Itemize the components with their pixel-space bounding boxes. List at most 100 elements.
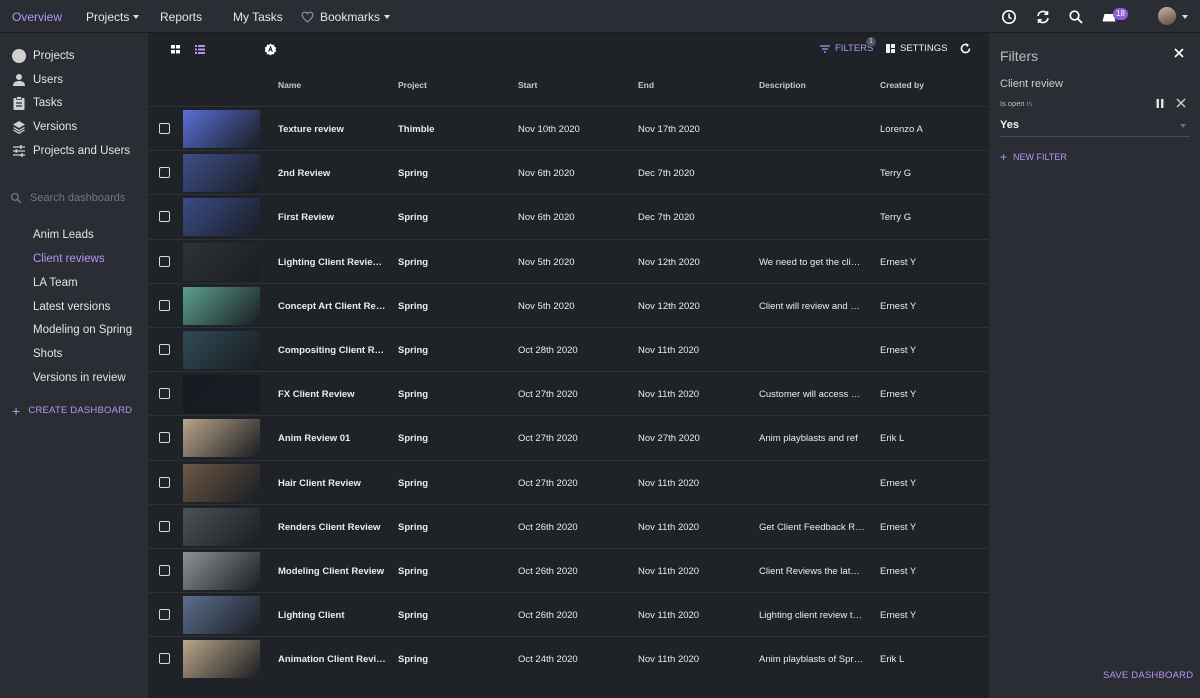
remove-filter-icon[interactable]	[1176, 98, 1186, 108]
filters-button[interactable]: FILTERS	[820, 43, 873, 54]
column-header-description[interactable]: Description	[759, 80, 806, 90]
filters-panel: Filters Client review Is open is Yes + N…	[989, 33, 1200, 698]
table-row[interactable]: Compositing Client Review Spring Oct 28th …	[148, 327, 989, 371]
row-checkbox[interactable]	[159, 565, 170, 576]
cell-start: Nov 5th 2020	[518, 256, 575, 268]
nav-my-tasks[interactable]: My Tasks	[233, 10, 283, 24]
sidebar-dashboard-item[interactable]: Latest versions	[12, 298, 110, 316]
table-row[interactable]: Lighting Client Review for... Spring Nov 5…	[148, 238, 989, 283]
inbox-count-badge: 18	[1113, 8, 1128, 20]
row-checkbox[interactable]	[159, 432, 170, 444]
sidebar-item-projects-and-users[interactable]: Projects and Users	[12, 142, 130, 160]
nav-overview[interactable]: Overview	[12, 10, 62, 24]
row-checkbox[interactable]	[159, 609, 170, 621]
cell-created-by: Ernest Y	[880, 566, 917, 577]
sync-icon[interactable]	[1035, 9, 1051, 25]
cell-end: Nov 11th 2020	[638, 610, 700, 622]
cell-project: Spring	[398, 477, 429, 489]
table-row[interactable]: Hair Client Review Spring Oct 27th 2020 Nov…	[148, 459, 989, 504]
row-checkbox[interactable]	[159, 388, 170, 400]
table-row[interactable]: Lighting Client Spring Oct 26th 2020 Nov 11…	[148, 592, 989, 636]
table-row[interactable]: Modeling Client Review Spring Oct 26th 202…	[148, 548, 989, 592]
sidebar-dashboard-item[interactable]: Versions in review	[12, 369, 126, 387]
table-row[interactable]: FX Client Review Spring Oct 27th 2020 Nov 1…	[148, 371, 989, 415]
search-dashboards-input[interactable]	[30, 192, 140, 204]
chevron-down-icon[interactable]	[1182, 15, 1188, 19]
sidebar-item-versions[interactable]: Versions	[12, 118, 77, 136]
filter-icon	[820, 44, 830, 53]
grid-view-icon[interactable]	[171, 45, 181, 54]
user-icon	[13, 74, 25, 86]
row-checkbox[interactable]	[159, 520, 170, 532]
sidebar-item-projects[interactable]: Projects	[12, 47, 75, 65]
row-checkbox[interactable]	[159, 123, 170, 134]
heart-icon	[301, 11, 314, 23]
sidebar-dashboard-item[interactable]: Shots	[12, 345, 62, 363]
sidebar-item-users[interactable]: Users	[12, 71, 63, 89]
filters-count-badge: 1	[866, 37, 876, 47]
column-header-project[interactable]: Project	[398, 80, 427, 90]
pause-icon[interactable]	[1156, 99, 1164, 108]
cell-name: Anim Review 01	[278, 433, 351, 445]
save-dashboard-button[interactable]: SAVE DASHBOARD	[1103, 670, 1193, 681]
row-checkbox[interactable]	[159, 344, 170, 355]
cell-project: Spring	[398, 212, 429, 224]
badge-icon[interactable]	[264, 43, 277, 56]
column-header-end[interactable]: End	[638, 80, 654, 90]
list-view-icon[interactable]	[195, 45, 205, 54]
cell-end: Nov 11th 2020	[638, 654, 700, 666]
table-row[interactable]: Texture review Thimble Nov 10th 2020 Nov 17…	[148, 106, 989, 150]
cell-end: Nov 27th 2020	[638, 433, 700, 445]
column-header-start[interactable]: Start	[518, 80, 537, 90]
settings-button[interactable]: SETTINGS	[886, 43, 948, 54]
filter-value-select[interactable]: Yes	[1000, 115, 1190, 137]
cell-project: Spring	[398, 521, 429, 533]
sidebar-dashboard-item[interactable]: Anim Leads	[12, 226, 94, 244]
dashboard-settings-icon	[886, 44, 895, 53]
cell-end: Nov 11th 2020	[638, 345, 700, 356]
nav-bookmarks[interactable]: Bookmarks	[301, 10, 391, 24]
cell-end: Nov 12th 2020	[638, 256, 700, 268]
cell-created-by: Lorenzo A	[880, 124, 923, 135]
new-filter-button[interactable]: + NEW FILTER	[1000, 150, 1067, 164]
row-checkbox[interactable]	[159, 653, 170, 665]
dashboard-search	[10, 192, 140, 204]
nav-projects[interactable]: Projects	[86, 10, 140, 24]
sidebar-item-tasks[interactable]: Tasks	[12, 94, 62, 112]
search-icon[interactable]	[1068, 9, 1084, 25]
nav-reports[interactable]: Reports	[160, 10, 202, 24]
row-checkbox[interactable]	[159, 476, 170, 488]
clock-icon[interactable]	[1001, 9, 1017, 25]
row-checkbox[interactable]	[159, 167, 170, 179]
close-icon[interactable]	[1174, 48, 1184, 58]
sidebar-dashboard-item[interactable]: LA Team	[12, 274, 78, 292]
table-row[interactable]: Concept Art Client Review Spring Nov 5th 2…	[148, 282, 989, 327]
row-checkbox[interactable]	[159, 211, 170, 223]
filter-condition: Is open is	[1000, 99, 1032, 108]
review-thumbnail	[183, 507, 260, 546]
refresh-icon[interactable]	[959, 42, 972, 55]
row-checkbox[interactable]	[159, 255, 170, 267]
cell-created-by: Ernest Y	[880, 521, 917, 533]
cell-start: Nov 6th 2020	[518, 212, 575, 224]
cell-description: We need to get the client...	[759, 256, 865, 268]
create-dashboard-button[interactable]: + CREATE DASHBOARD	[12, 404, 132, 418]
plus-icon: +	[1000, 150, 1008, 164]
table-row[interactable]: First Review Spring Nov 6th 2020 Dec 7th 20…	[148, 194, 989, 238]
table-row[interactable]: Animation Client Review Spring Oct 24th 20…	[148, 636, 989, 680]
cell-created-by: Terry G	[880, 212, 912, 224]
sidebar-dashboard-item[interactable]: Modeling on Spring	[12, 321, 132, 339]
dashboard-icon	[12, 300, 26, 314]
column-header-created-by[interactable]: Created by	[880, 80, 924, 90]
row-checkbox[interactable]	[159, 299, 170, 311]
table-row[interactable]: Anim Review 01 Spring Oct 27th 2020 Nov 27t…	[148, 415, 989, 459]
user-avatar[interactable]	[1158, 7, 1176, 25]
sidebar-dashboard-item[interactable]: Client reviews	[12, 250, 105, 268]
review-thumbnail	[183, 375, 260, 414]
sidebar-item-label: Projects and Users	[33, 145, 131, 157]
table-row[interactable]: 2nd Review Spring Nov 6th 2020 Dec 7th 2020…	[148, 150, 989, 194]
cell-project: Spring	[398, 345, 429, 356]
column-header-name[interactable]: Name	[278, 80, 301, 90]
table-row[interactable]: Renders Client Review Spring Oct 26th 2020…	[148, 503, 989, 548]
layers-icon	[13, 121, 25, 134]
